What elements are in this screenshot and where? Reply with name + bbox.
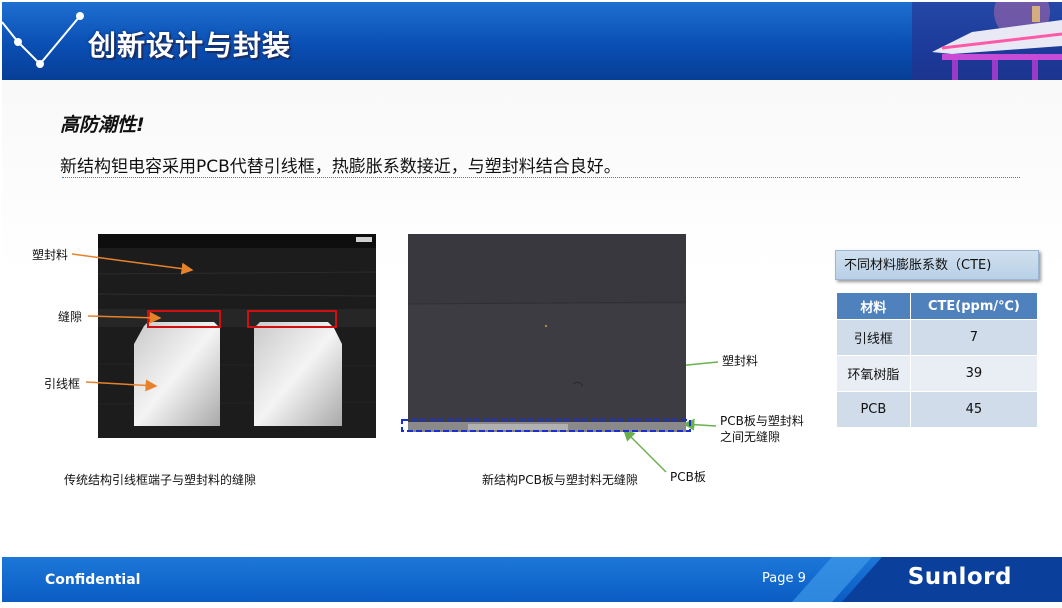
table-row: 环氧树脂 39: [836, 355, 1039, 392]
cell-material: PCB: [836, 391, 911, 428]
cell-value: 45: [909, 391, 1039, 428]
caption-left: 传统结构引线框端子与塑封料的缝隙: [64, 473, 257, 487]
cell-value: 39: [909, 355, 1039, 392]
cte-title: 不同材料膨胀系数（CTE): [835, 250, 1039, 280]
table-row: 引线框 7: [836, 319, 1039, 356]
cell-value: 7: [909, 319, 1039, 356]
label-molding-right: 塑封料: [722, 354, 759, 368]
blue-dashed-box: [401, 419, 691, 432]
column-header-cte: CTE(ppm/℃): [909, 292, 1039, 320]
label-pcb: PCB板: [670, 470, 706, 484]
cell-material: 引线框: [836, 319, 911, 356]
table-row: PCB 45: [836, 391, 1039, 428]
pcb-photo: [408, 234, 686, 432]
label-no-gap-line2: 之间无缝隙: [720, 430, 781, 444]
footer-bar: Confidential Page 9 Sunlord: [2, 557, 1062, 602]
cte-header-row: 材料 CTE(ppm/℃): [836, 292, 1039, 320]
caption-right: 新结构PCB板与塑封料无缝隙: [482, 473, 638, 487]
cell-material: 环氧树脂: [836, 355, 911, 392]
cte-table: 材料 CTE(ppm/℃) 引线框 7 环氧树脂 39 PCB 45: [836, 292, 1039, 428]
company-logo: Sunlord: [907, 564, 1012, 590]
confidential-label: Confidential: [45, 572, 141, 588]
pcb-cross-section-image: [408, 234, 686, 432]
label-no-gap-line1: PCB板与塑封料: [720, 414, 804, 428]
slide: 创新设计与封装 高防潮性! 新结构钽电容采用PCB代替引线框，热膨胀系数接近，与…: [2, 2, 1062, 602]
column-header-material: 材料: [836, 292, 911, 320]
page-number: Page 9: [762, 571, 806, 586]
